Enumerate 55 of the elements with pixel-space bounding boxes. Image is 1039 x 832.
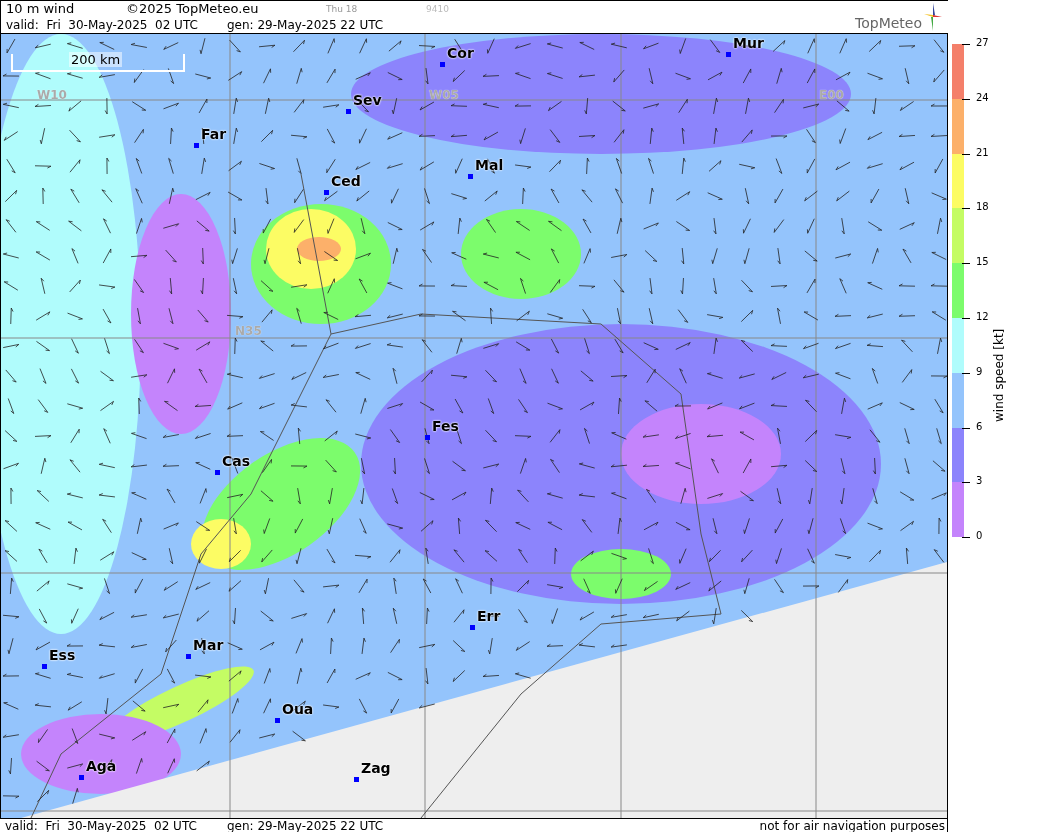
valid-time: valid: Fri 30-May-2025 02 UTC [5, 819, 198, 832]
scale-tick-label: 24 [976, 91, 989, 103]
grid-label: W05 [429, 88, 459, 102]
city-label: Cas [222, 453, 251, 469]
city-marker [346, 109, 351, 114]
scale-tick-label: 27 [976, 37, 989, 48]
city-label: Mar [193, 637, 224, 653]
copyright-text: ©2025 TopMeteo.eu [126, 1, 260, 17]
disclaimer-text: not for air navigation purposes [759, 819, 946, 832]
generated-time: gen: 29-May-2025 22 UTC [227, 819, 384, 832]
city-marker [468, 174, 473, 179]
map-title: 10 m wind [6, 1, 76, 17]
city-label: Mur [733, 35, 764, 51]
day-label: Thu 18 [326, 3, 359, 16]
compass-star-icon [924, 3, 942, 31]
logo-text: TopMeteo [855, 15, 922, 31]
scale-tick-label: 12 [976, 311, 989, 322]
city-label: Fes [432, 418, 459, 434]
city-label: Oua [282, 701, 314, 717]
city-marker [42, 664, 47, 669]
city-marker [470, 625, 475, 630]
city-marker [425, 435, 430, 440]
grid-label: E00 [819, 88, 844, 102]
scale-tick-label: 18 [976, 201, 989, 213]
city-label: Ess [49, 647, 76, 663]
city-marker [215, 470, 220, 475]
scale-tick-label: 3 [976, 475, 983, 487]
city-label: Err [477, 608, 501, 624]
city-marker [79, 775, 84, 780]
generated-time: gen: 29-May-2025 22 UTC [227, 17, 384, 33]
grid-label: N35 [235, 324, 262, 338]
city-label: Sev [353, 92, 382, 108]
scale-tick-label: 15 [976, 256, 989, 268]
city-marker [324, 190, 329, 195]
city-marker [194, 143, 199, 148]
grid-label: W10 [37, 88, 67, 102]
city-label: Mal [475, 157, 504, 173]
legend-title: wind speed [kt] [992, 328, 1006, 422]
city-marker [440, 62, 445, 67]
city-label: Far [201, 126, 227, 142]
city-marker [275, 718, 280, 723]
city-label: Zag [361, 760, 391, 776]
scale-label: 200 km [69, 52, 123, 67]
city-marker [726, 52, 731, 57]
scale-tick-label: 21 [976, 146, 989, 158]
city-marker [354, 777, 359, 782]
scale-tick-label: 6 [976, 420, 983, 432]
city-label: Ced [331, 173, 361, 189]
city-marker [186, 654, 191, 659]
code-label: 9410 [426, 3, 449, 16]
scale-tick-label: 0 [976, 530, 983, 542]
valid-time: valid: Fri 30-May-2025 02 UTC [6, 17, 199, 33]
scale-tick-label: 9 [976, 365, 983, 377]
city-label: Aga [86, 758, 117, 774]
city-label: Cor [447, 45, 474, 61]
